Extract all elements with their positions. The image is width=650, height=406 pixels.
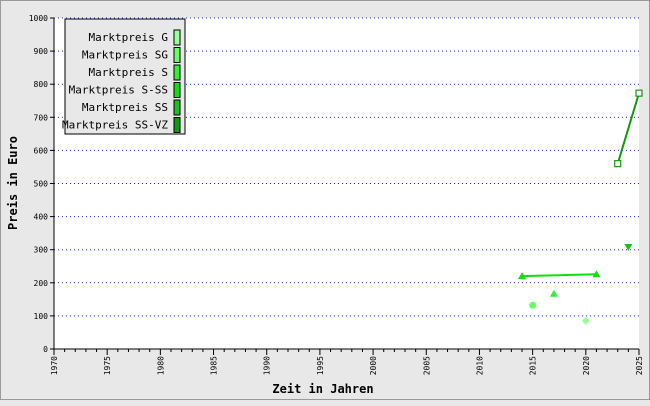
- x-axis-title: Zeit in Jahren: [272, 382, 373, 396]
- x-tick-label: 1975: [103, 356, 112, 375]
- x-tick-label: 2010: [475, 356, 484, 375]
- legend-swatch: [173, 64, 181, 81]
- legend-label: Marktpreis G: [89, 31, 168, 44]
- legend-label: Marktpreis S-SS: [69, 84, 168, 97]
- data-point: [529, 301, 537, 309]
- data-point: [614, 160, 622, 168]
- legend-swatch: [173, 47, 181, 63]
- x-tick-label: 2005: [422, 356, 431, 375]
- y-axis-title: Preis in Euro: [6, 136, 20, 230]
- legend-swatch: [173, 99, 181, 116]
- legend: Marktpreis G Marktpreis SG Marktpreis S Mar…: [62, 18, 186, 135]
- x-axis-ticks: 1970 1975 1980 1985 1990 1995 2000 2005 2010 2015…: [50, 349, 644, 375]
- legend-label: Marktpreis SS: [82, 101, 168, 114]
- y-tick-label: 900: [34, 47, 49, 56]
- x-tick-label: 2020: [582, 356, 591, 375]
- chart-window: 1970 1975 1980 1985 1990 1995 2000 2005 2010 2015…: [0, 0, 650, 400]
- x-tick-label: 2025: [635, 356, 644, 375]
- x-tick-label: 1985: [210, 356, 219, 375]
- price-chart: 1970 1975 1980 1985 1990 1995 2000 2005 2010 2015…: [6, 14, 644, 396]
- series-1: [529, 301, 537, 309]
- x-tick-label: 2015: [529, 356, 538, 375]
- y-tick-label: 200: [34, 279, 49, 288]
- legend-label: Marktpreis SG: [82, 49, 168, 62]
- y-tick-label: 0: [43, 345, 48, 354]
- y-tick-label: 600: [34, 146, 49, 155]
- legend-swatch: [173, 29, 181, 46]
- legend-swatch: [173, 82, 181, 98]
- legend-label: Marktpreis S: [89, 66, 168, 79]
- x-tick-label: 1990: [263, 356, 272, 375]
- y-tick-label: 800: [34, 80, 49, 89]
- y-tick-label: 700: [34, 113, 49, 122]
- x-tick-label: 1980: [156, 356, 165, 375]
- legend-swatch: [173, 117, 181, 133]
- y-tick-label: 100: [34, 312, 49, 321]
- y-axis-ticks: 0 100 200 300 400 500 600 700 800 900 1000: [29, 14, 54, 354]
- x-tick-label: 2000: [369, 356, 378, 375]
- y-tick-label: 300: [34, 246, 49, 255]
- data-point: [635, 89, 643, 97]
- x-tick-label: 1995: [316, 356, 325, 375]
- y-tick-label: 1000: [29, 14, 48, 23]
- y-tick-label: 500: [34, 180, 49, 189]
- legend-label: Marktpreis SS-VZ: [62, 119, 168, 132]
- y-tick-label: 400: [34, 213, 49, 222]
- x-tick-label: 1970: [50, 356, 59, 375]
